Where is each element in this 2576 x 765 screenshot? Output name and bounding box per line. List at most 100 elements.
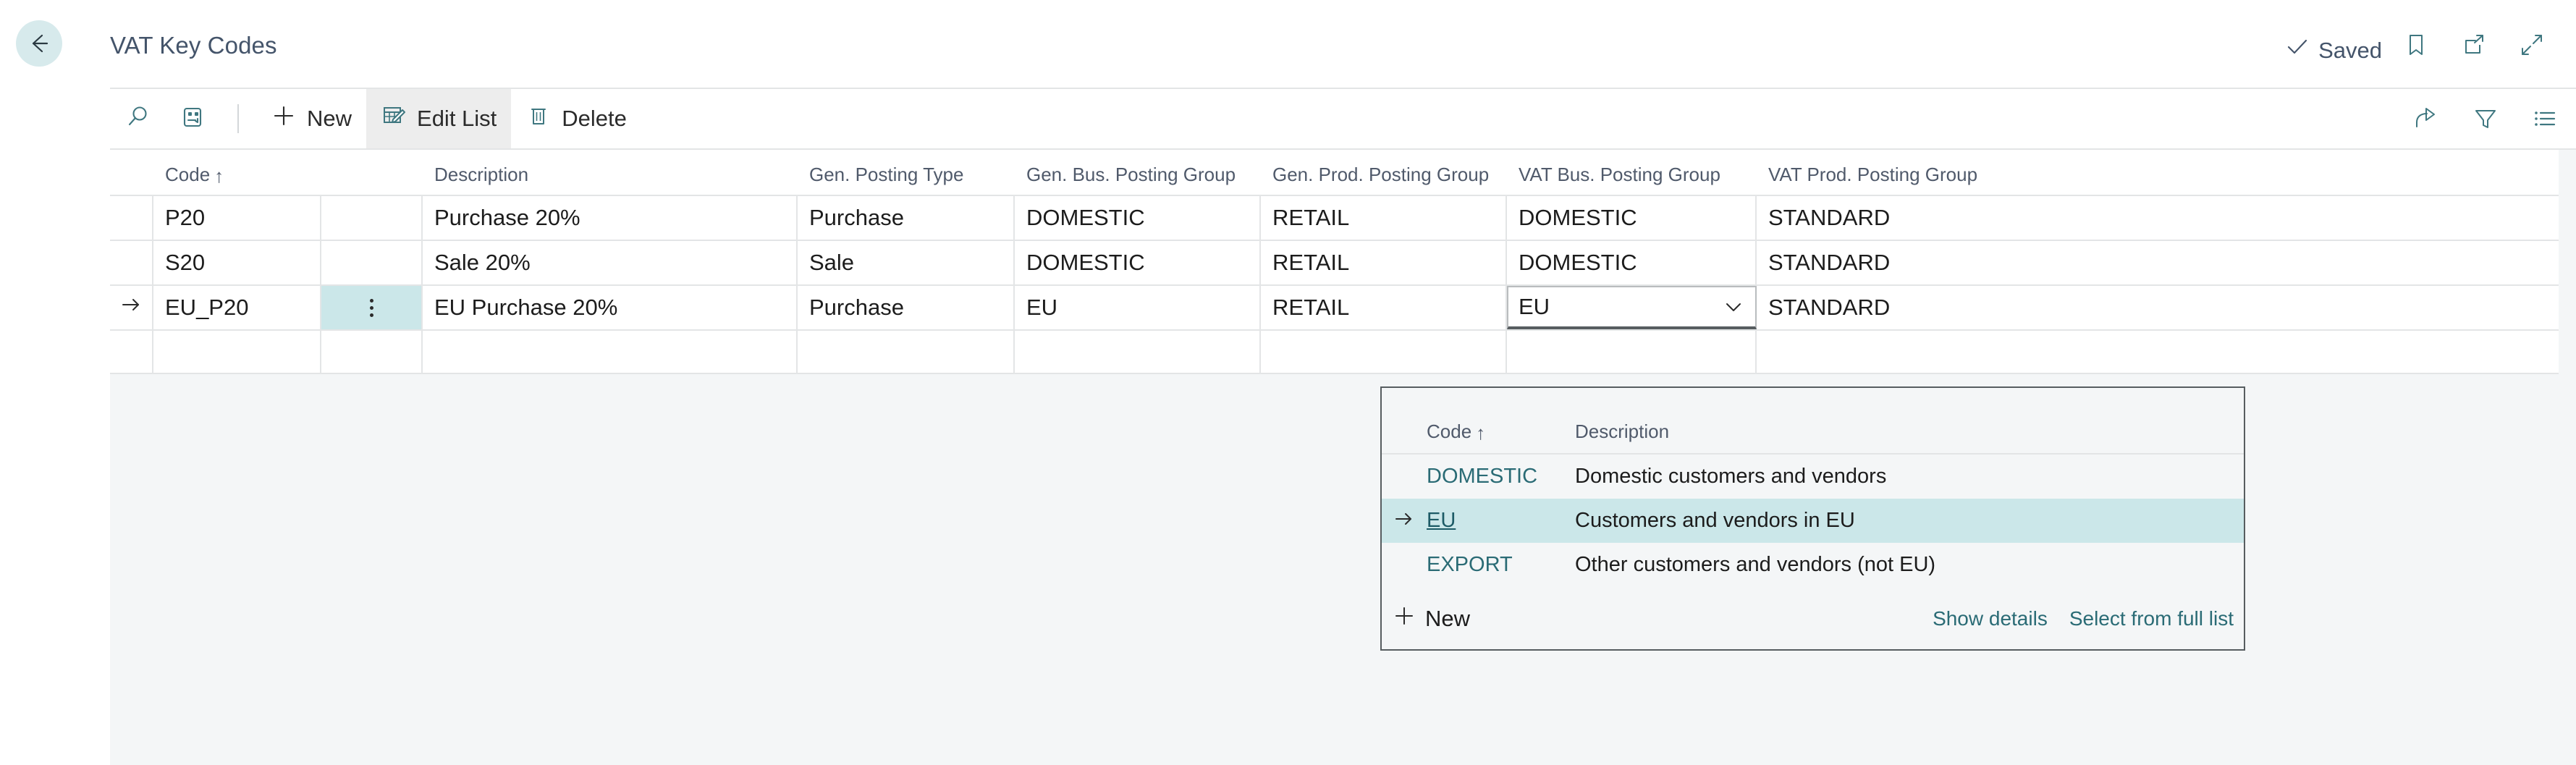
column-header-description[interactable]: Description (423, 164, 798, 195)
cell-vat-prod-posting-group[interactable]: STANDARD (1757, 196, 2050, 240)
cell-description[interactable]: Purchase 20% (423, 196, 798, 240)
cell-vat-prod-posting-group[interactable]: STANDARD (1757, 286, 2050, 329)
current-row-arrow-icon (1393, 507, 1416, 534)
vat-bus-posting-group-dropdown-panel: Code ↑ Description DOMESTIC Domestic cust… (1380, 386, 2245, 651)
cell-description[interactable] (423, 331, 798, 373)
row-menu-cell[interactable] (321, 331, 423, 373)
cell-code[interactable]: P20 (153, 196, 321, 240)
column-header-gen-prod-posting-group[interactable]: Gen. Prod. Posting Group (1261, 164, 1507, 195)
cell-code[interactable]: EU_P20 (153, 286, 321, 329)
cell-gen-prod-posting-group[interactable] (1261, 331, 1507, 373)
dropdown-option-domestic[interactable]: DOMESTIC Domestic customers and vendors (1382, 455, 2244, 499)
cell-vat-bus-posting-group[interactable] (1507, 331, 1757, 373)
page-title: VAT Key Codes (110, 32, 277, 59)
row-menu-cell[interactable] (321, 196, 423, 240)
grid-header-row: Code ↑ Description Gen. Posting Type Gen.… (110, 150, 2559, 195)
vat-bus-posting-group-dropdown-field[interactable]: EU (1507, 286, 1757, 329)
open-in-new-window-icon[interactable] (2460, 31, 2488, 59)
row-indicator (110, 331, 153, 373)
edit-list-button-label: Edit List (417, 106, 497, 131)
dropdown-column-header-code-label: Code (1427, 420, 1472, 442)
checkmark-icon (2285, 35, 2310, 65)
share-icon[interactable] (2412, 105, 2440, 132)
column-header-vat-bus-posting-group[interactable]: VAT Bus. Posting Group (1507, 164, 1757, 195)
column-header-vat-prod-posting-group[interactable]: VAT Prod. Posting Group (1757, 164, 2050, 195)
header-actions (2402, 31, 2546, 59)
dropdown-new-label: New (1425, 606, 1471, 631)
plus-icon (1392, 604, 1416, 634)
table-row-new[interactable] (110, 329, 2559, 374)
action-bar-right (2412, 89, 2559, 148)
cell-description[interactable]: Sale 20% (423, 241, 798, 284)
cell-vat-bus-posting-group[interactable]: DOMESTIC (1507, 241, 1757, 284)
new-button[interactable]: New (256, 89, 366, 148)
column-header-gen-bus-posting-group[interactable]: Gen. Bus. Posting Group (1015, 164, 1261, 195)
dropdown-footer-links: Show details Select from full list (1933, 607, 2234, 630)
delete-button-label: Delete (562, 106, 627, 131)
dropdown-option-description: Domestic customers and vendors (1575, 465, 1887, 488)
cell-gen-bus-posting-group[interactable]: EU (1015, 286, 1261, 329)
sort-ascending-icon: ↑ (214, 165, 224, 187)
row-menu-cell[interactable] (321, 241, 423, 284)
open-in-card-icon (178, 103, 207, 135)
edit-list-icon (381, 103, 407, 135)
cell-gen-prod-posting-group[interactable]: RETAIL (1261, 241, 1507, 284)
edit-list-button[interactable]: Edit List (366, 89, 512, 148)
select-from-full-list-link[interactable]: Select from full list (2069, 607, 2234, 630)
dropdown-new-button[interactable]: New (1392, 604, 1470, 634)
column-header-gen-posting-type[interactable]: Gen. Posting Type (798, 164, 1015, 195)
collapse-icon[interactable] (2518, 31, 2546, 59)
dropdown-header-row: Code ↑ Description (1382, 388, 2244, 455)
dropdown-option-code[interactable]: EU (1427, 509, 1575, 533)
cell-gen-bus-posting-group[interactable] (1015, 331, 1261, 373)
column-header-code[interactable]: Code ↑ (153, 164, 321, 195)
cell-gen-prod-posting-group[interactable]: RETAIL (1261, 196, 1507, 240)
cell-description[interactable]: EU Purchase 20% (423, 286, 798, 329)
dropdown-column-header-description[interactable]: Description (1575, 420, 2244, 453)
plus-icon (271, 103, 297, 135)
cell-gen-bus-posting-group[interactable]: DOMESTIC (1015, 241, 1261, 284)
cell-gen-bus-posting-group[interactable]: DOMESTIC (1015, 196, 1261, 240)
action-bar-left: New Edit List Delete (110, 89, 641, 148)
chevron-down-icon[interactable] (1722, 295, 1745, 318)
back-button[interactable] (16, 20, 62, 67)
filter-icon[interactable] (2472, 105, 2499, 132)
trash-icon (525, 103, 552, 135)
cell-code[interactable]: S20 (153, 241, 321, 284)
cell-gen-prod-posting-group[interactable]: RETAIL (1261, 286, 1507, 329)
new-button-label: New (307, 106, 352, 131)
status-label: Saved (2318, 37, 2382, 63)
page-header: VAT Key Codes Saved (0, 0, 2576, 87)
open-in-card-button[interactable] (165, 89, 220, 148)
sort-ascending-icon: ↑ (1476, 422, 1486, 444)
cell-vat-bus-posting-group[interactable]: DOMESTIC (1507, 196, 1757, 240)
table-row[interactable]: P20 Purchase 20% Purchase DOMESTIC RETAI… (110, 195, 2559, 240)
dropdown-column-header-code[interactable]: Code ↑ (1427, 420, 1575, 453)
cell-gen-posting-type[interactable]: Purchase (798, 286, 1015, 329)
search-button[interactable] (110, 89, 165, 148)
app-window: VAT Key Codes Saved New Edit List Delete… (0, 0, 2576, 765)
status-badge: Saved (2285, 35, 2382, 65)
dropdown-option-code[interactable]: DOMESTIC (1427, 465, 1575, 489)
bookmark-icon[interactable] (2402, 31, 2430, 59)
cell-gen-posting-type[interactable]: Sale (798, 241, 1015, 284)
cell-vat-prod-posting-group[interactable] (1757, 331, 2050, 373)
table-row-selected[interactable]: EU_P20 EU Purchase 20% Purchase EU RETAI… (110, 284, 2559, 329)
cell-gen-posting-type[interactable] (798, 331, 1015, 373)
row-menu-cell[interactable] (321, 286, 423, 329)
vat-bus-posting-group-value: EU (1519, 294, 1550, 319)
list-view-icon[interactable] (2531, 105, 2559, 132)
row-indicator (110, 196, 153, 240)
vat-key-codes-grid: Code ↑ Description Gen. Posting Type Gen.… (110, 150, 2559, 374)
delete-button[interactable]: Delete (511, 89, 641, 148)
dropdown-option-code[interactable]: EXPORT (1427, 553, 1575, 577)
dropdown-option-eu[interactable]: EU Customers and vendors in EU (1382, 499, 2244, 543)
cell-code[interactable] (153, 331, 321, 373)
show-details-link[interactable]: Show details (1933, 607, 2048, 630)
cell-gen-posting-type[interactable]: Purchase (798, 196, 1015, 240)
left-gutter (0, 150, 110, 765)
cell-vat-prod-posting-group[interactable]: STANDARD (1757, 241, 2050, 284)
dropdown-option-export[interactable]: EXPORT Other customers and vendors (not … (1382, 543, 2244, 587)
table-row[interactable]: S20 Sale 20% Sale DOMESTIC RETAIL DOMEST… (110, 240, 2559, 284)
back-arrow-icon (25, 29, 54, 58)
